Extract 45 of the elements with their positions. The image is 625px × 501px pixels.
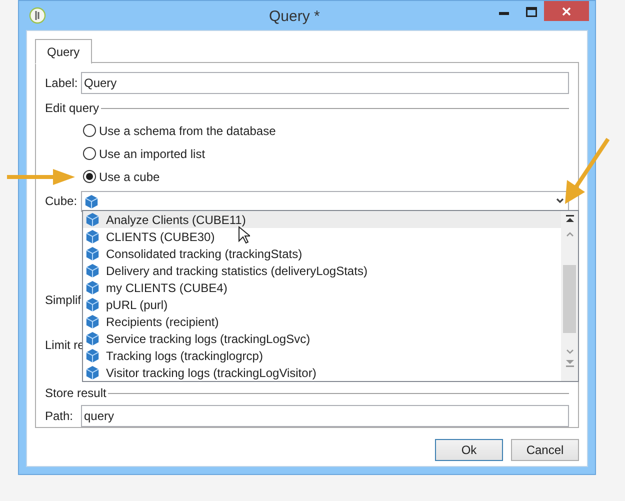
dialog-button[interactable]: Cancel [511, 439, 579, 461]
field-label: Label: [45, 75, 75, 92]
path-field[interactable]: query [81, 405, 569, 427]
cube-icon [85, 331, 100, 346]
cube-icon [85, 297, 100, 312]
app-icon [29, 7, 46, 24]
scrollbar-thumb[interactable] [563, 265, 576, 333]
cube-list-item[interactable]: Analyze Clients (CUBE11) [83, 211, 561, 228]
minimize-icon[interactable] [499, 12, 509, 16]
scroll-top-icon[interactable] [566, 215, 574, 223]
scroll-up-icon[interactable] [566, 232, 574, 237]
cube-icon [85, 212, 100, 227]
radio-button[interactable] [83, 147, 96, 160]
radio-label: Use a schema from the database [99, 122, 276, 140]
close-button[interactable] [544, 1, 589, 21]
label-field[interactable]: Query [81, 72, 569, 94]
radio-label: Use an imported list [99, 146, 206, 162]
field-label: Path: [45, 408, 74, 425]
cube-icon [85, 229, 100, 244]
close-icon [562, 6, 571, 16]
cube-icon [85, 365, 100, 380]
arrow-drawing [7, 168, 75, 186]
field-label: Simplif [45, 292, 82, 309]
radio-button[interactable] [83, 124, 96, 137]
cube-icon [85, 280, 100, 295]
section-title: Store result [45, 385, 106, 402]
arrow-drawing [562, 137, 611, 204]
window-title: Query * [269, 7, 320, 27]
maximize-icon[interactable] [526, 7, 537, 17]
radio-label: Use a cube [99, 168, 160, 186]
chevron-down-icon [556, 198, 564, 204]
radio-button[interactable] [83, 170, 96, 183]
cube-icon [84, 194, 99, 208]
cube-icon [85, 263, 100, 278]
scrollbar[interactable] [561, 211, 578, 381]
cube-icon [85, 314, 100, 329]
section-title: Edit query [45, 100, 100, 117]
cube-icon [85, 348, 100, 363]
scroll-bottom-icon[interactable] [566, 359, 574, 367]
field-label: Cube: [45, 193, 75, 210]
scroll-down-icon[interactable] [566, 349, 574, 354]
mouse-cursor-icon [238, 226, 250, 244]
tab[interactable]: Query [35, 39, 92, 64]
dialog-button[interactable]: Ok [435, 439, 503, 461]
cube-icon [85, 246, 100, 261]
